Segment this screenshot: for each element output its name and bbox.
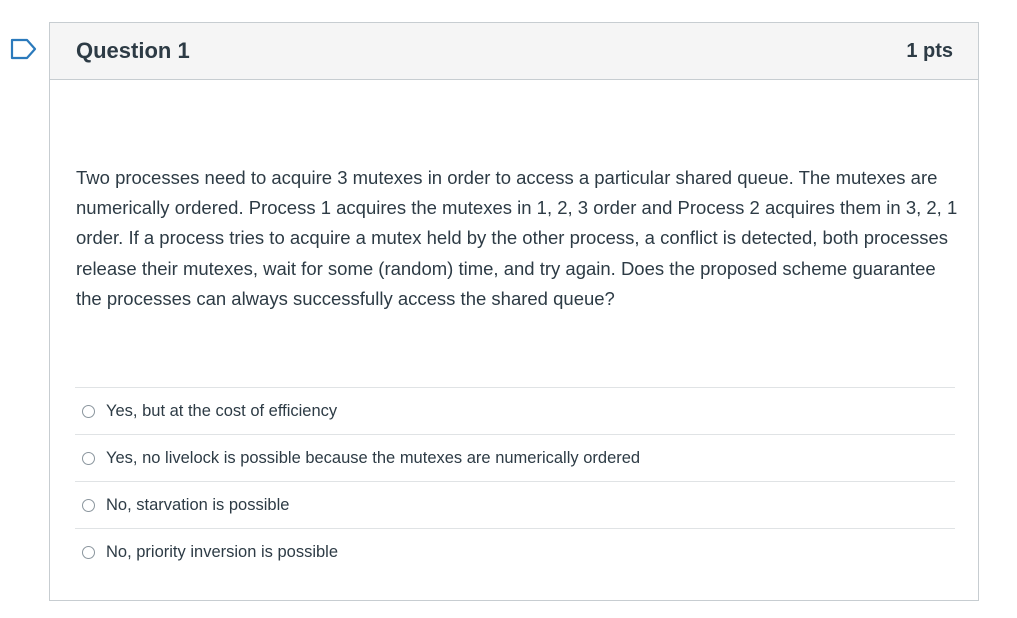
bookmark-flag-icon[interactable]	[10, 38, 38, 60]
radio-button[interactable]	[82, 546, 95, 559]
question-title: Question 1	[76, 38, 190, 63]
question-text: Two processes need to acquire 3 mutexes …	[76, 167, 958, 309]
answer-option[interactable]: Yes, no livelock is possible because the…	[75, 435, 955, 482]
answer-option[interactable]: Yes, but at the cost of efficiency	[75, 388, 955, 435]
radio-button[interactable]	[82, 404, 95, 418]
question-header: Question 1 1 pts	[50, 23, 978, 80]
answer-label: Yes, but at the cost of efficiency	[106, 401, 338, 420]
answer-option[interactable]: No, priority inversion is possible	[75, 529, 955, 576]
answer-option[interactable]: No, starvation is possible	[75, 482, 955, 529]
answer-list: Yes, but at the cost of efficiency Yes, …	[75, 387, 955, 576]
answer-label: Yes, no livelock is possible because the…	[106, 448, 641, 467]
radio-button[interactable]	[82, 451, 95, 465]
answer-label: No, starvation is possible	[106, 495, 290, 514]
answer-label: No, priority inversion is possible	[106, 543, 339, 561]
question-points: 1 pts	[906, 39, 953, 62]
radio-button[interactable]	[82, 498, 95, 512]
question-card: Question 1 1 pts Two processes need to a…	[49, 22, 979, 601]
